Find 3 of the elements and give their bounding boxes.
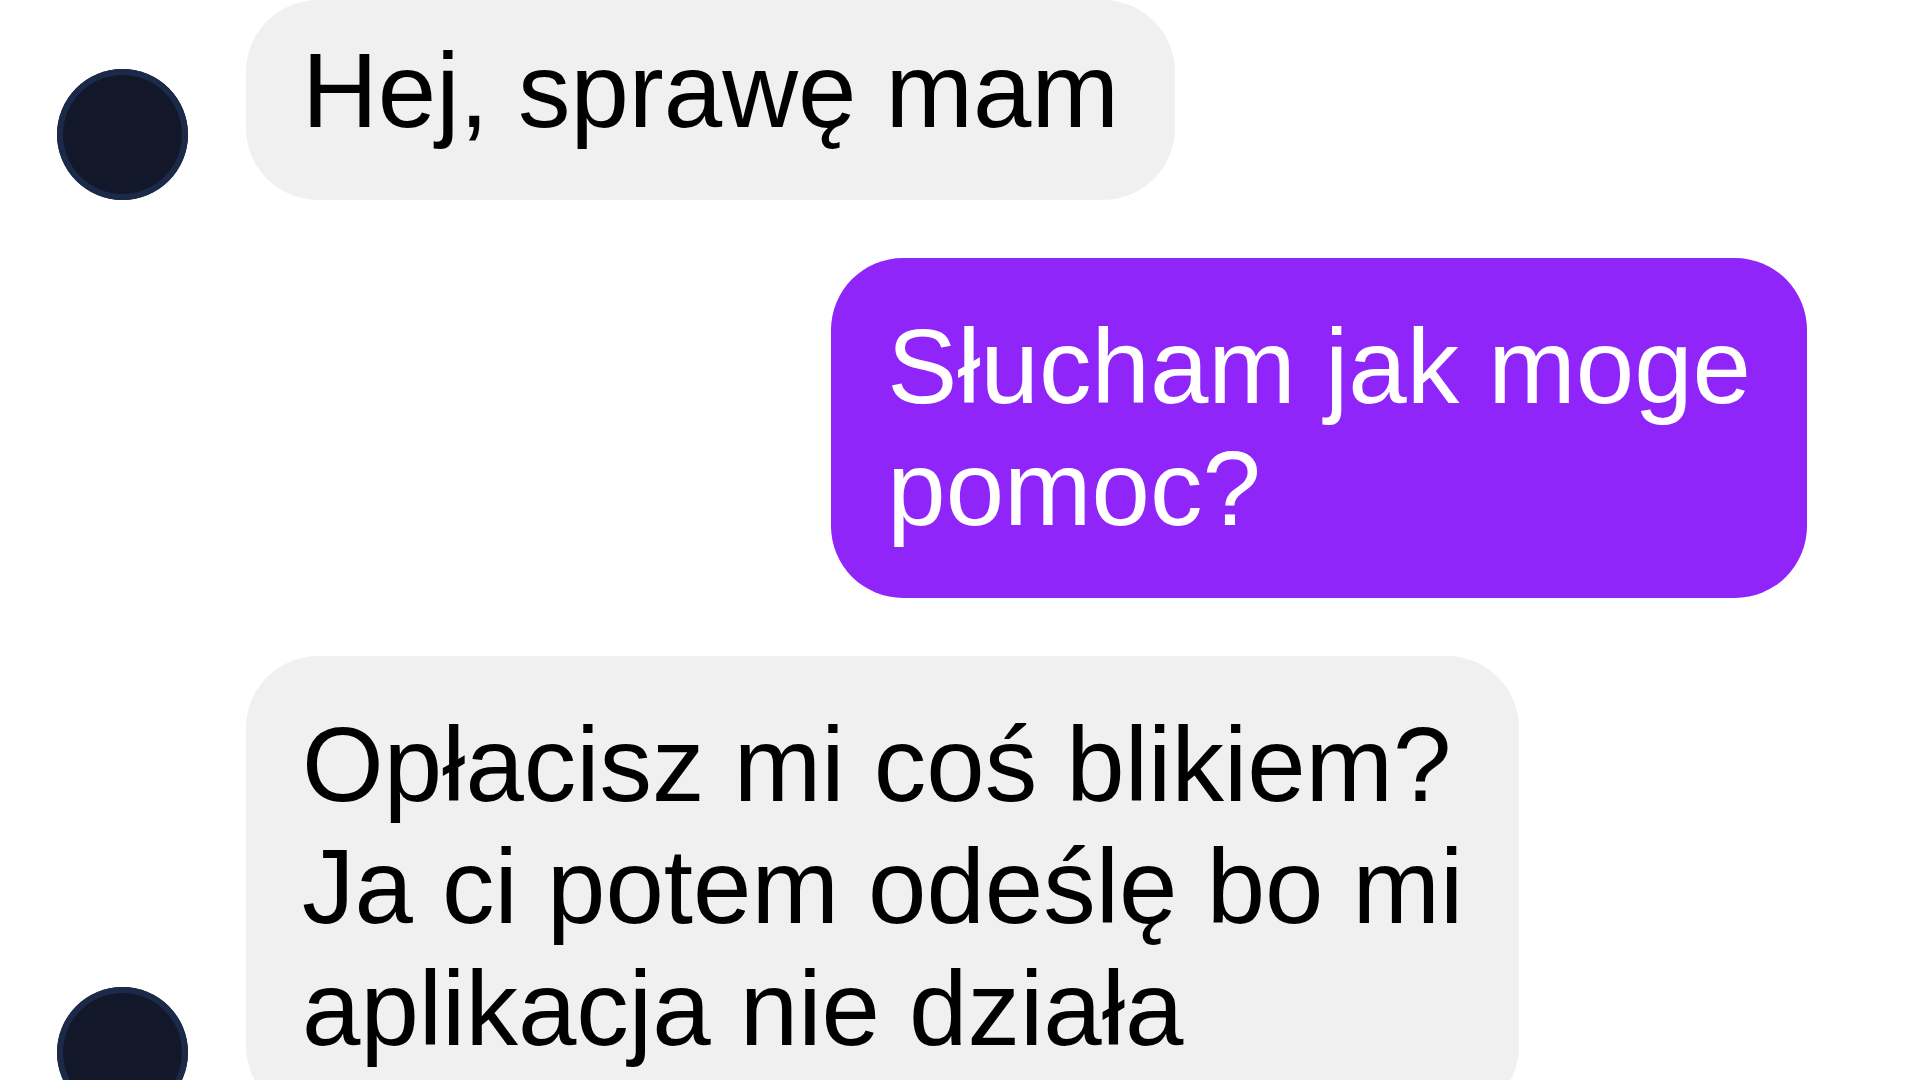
message-bubble: Hej, sprawę mam	[246, 0, 1175, 200]
message-bubble: Opłacisz mi coś blikiem? Ja ci potem odeślę bo mi aplikacja nie działa	[246, 656, 1520, 1080]
message-bubble: Słucham jak moge pomoc?	[831, 258, 1807, 598]
